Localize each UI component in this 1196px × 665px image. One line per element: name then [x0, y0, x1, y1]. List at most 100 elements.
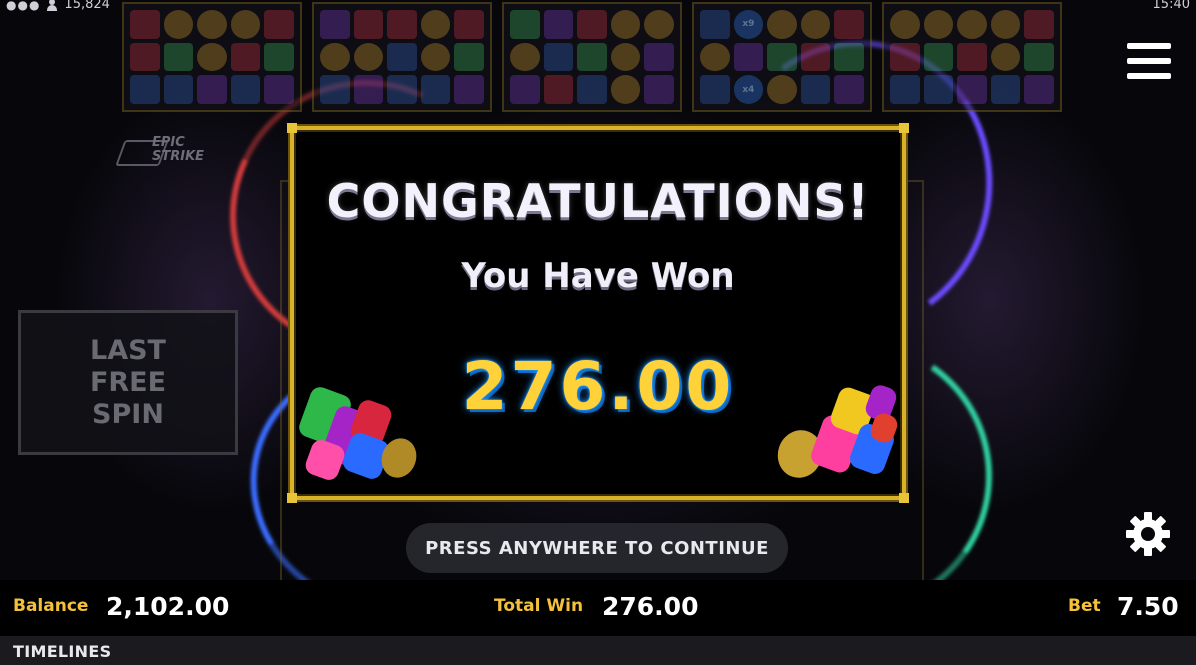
gem-icon: [700, 75, 730, 104]
balance-value: 2,102.00: [106, 592, 230, 621]
gem-icon: [230, 42, 261, 72]
gem-icon: [834, 42, 864, 72]
gem-icon: [230, 75, 261, 104]
gem-icon: [320, 42, 350, 72]
gem-icon: [767, 75, 797, 104]
mini-reel: x9 x4: [692, 2, 872, 112]
gem-icon: [510, 75, 540, 104]
gem-icon: [543, 75, 574, 104]
gem-icon: [130, 75, 160, 104]
gem-icon: [733, 42, 764, 72]
gem-icon: [644, 42, 674, 72]
gem-icon: [264, 75, 294, 104]
gem-icon: [890, 42, 920, 72]
gem-icon: [800, 42, 831, 72]
gem-icon: [767, 42, 797, 72]
gem-icon: [577, 75, 607, 104]
gem-icon: [420, 75, 451, 104]
bottom-bar: Balance 2,102.00 Total Win 276.00 Bet 7.…: [0, 580, 1196, 636]
mini-reel: [312, 2, 492, 112]
total-win-label: Total Win: [494, 596, 584, 616]
total-win-value: 276.00: [602, 592, 699, 621]
gem-icon: [420, 42, 451, 72]
bet-value: 7.50: [1117, 592, 1179, 621]
gem-icon: [890, 10, 920, 39]
gem-icon: [957, 42, 987, 72]
gem-icon: [543, 42, 574, 72]
clock: 15:40: [1152, 0, 1190, 12]
gem-icon: [163, 42, 194, 72]
gem-icon: [577, 10, 607, 39]
gem-icon: [644, 10, 674, 39]
gem-icon: [1024, 10, 1054, 39]
mini-reel: [122, 2, 302, 112]
gem-icon: [767, 10, 797, 39]
gem-icon: [923, 10, 954, 39]
footer-bar: TIMELINES: [0, 636, 1196, 665]
gem-icon: [800, 10, 831, 39]
gem-icon: [130, 42, 160, 72]
game-logo: EPIC STRIKE: [115, 136, 204, 166]
gem-icon: [320, 75, 350, 104]
gem-pile-right: [771, 380, 901, 490]
win-popup[interactable]: CONGRATULATIONS! You Have Won 276.00: [287, 123, 909, 503]
more-dots-icon[interactable]: ●●●: [6, 0, 40, 12]
gem-icon: [1024, 42, 1054, 72]
frame-corner: [287, 123, 297, 133]
gem-icon: [923, 42, 954, 72]
status-left: ●●● 15,824: [6, 0, 110, 12]
balance-label: Balance: [13, 596, 89, 616]
popup-subtitle: You Have Won: [461, 256, 735, 296]
multiplier-icon: x4: [733, 75, 764, 104]
gem-icon: [700, 10, 730, 39]
gem-icon: [700, 42, 730, 72]
popup-title: CONGRATULATIONS!: [326, 174, 870, 228]
gem-icon: [163, 75, 194, 104]
gem-icon: [990, 10, 1021, 39]
gem-icon: [264, 42, 294, 72]
gem-icon: [834, 75, 864, 104]
gem-icon: [610, 10, 641, 39]
last-free-spin-label: LAST FREE SPIN: [89, 334, 167, 430]
gem-icon: [543, 10, 574, 39]
mini-reel: [502, 2, 682, 112]
gem-icon: [420, 10, 451, 39]
gem-icon: [387, 10, 417, 39]
gem-icon: [197, 75, 227, 104]
gem-icon: [577, 42, 607, 72]
gem-icon: [1024, 75, 1054, 104]
gem-icon: [387, 75, 417, 104]
gem-icon: [990, 42, 1021, 72]
bet-label: Bet: [1068, 596, 1101, 616]
gem-icon: [230, 10, 261, 39]
frame-corner: [899, 493, 909, 503]
gem-icon: [957, 75, 987, 104]
mini-reel: [882, 2, 1062, 112]
gem-icon: [644, 75, 674, 104]
gem-icon: [130, 10, 160, 39]
hamburger-menu-icon[interactable]: [1127, 40, 1171, 82]
gem-icon: [454, 10, 484, 39]
gem-icon: [957, 10, 987, 39]
user-icon: [46, 0, 58, 11]
gem-pile-left: [296, 380, 422, 490]
gem-icon: [990, 75, 1021, 104]
multiplier-icon: x9: [733, 10, 764, 39]
gem-icon: [353, 75, 384, 104]
gem-icon: [320, 10, 350, 39]
last-free-spin-panel: LAST FREE SPIN: [18, 310, 238, 455]
gem-icon: [353, 42, 384, 72]
continue-button[interactable]: PRESS ANYWHERE TO CONTINUE: [406, 523, 788, 573]
mini-reel-row: x9 x4: [122, 2, 1062, 112]
gem-icon: [610, 75, 641, 104]
gem-icon: [454, 42, 484, 72]
gem-icon: [800, 75, 831, 104]
gem-icon: [163, 10, 194, 39]
gear-icon[interactable]: [1122, 508, 1174, 560]
gem-icon: [610, 42, 641, 72]
frame-corner: [287, 493, 297, 503]
gem-icon: [890, 75, 920, 104]
footer-title: TIMELINES: [13, 642, 112, 661]
gem-icon: [197, 10, 227, 39]
gem-icon: [510, 10, 540, 39]
